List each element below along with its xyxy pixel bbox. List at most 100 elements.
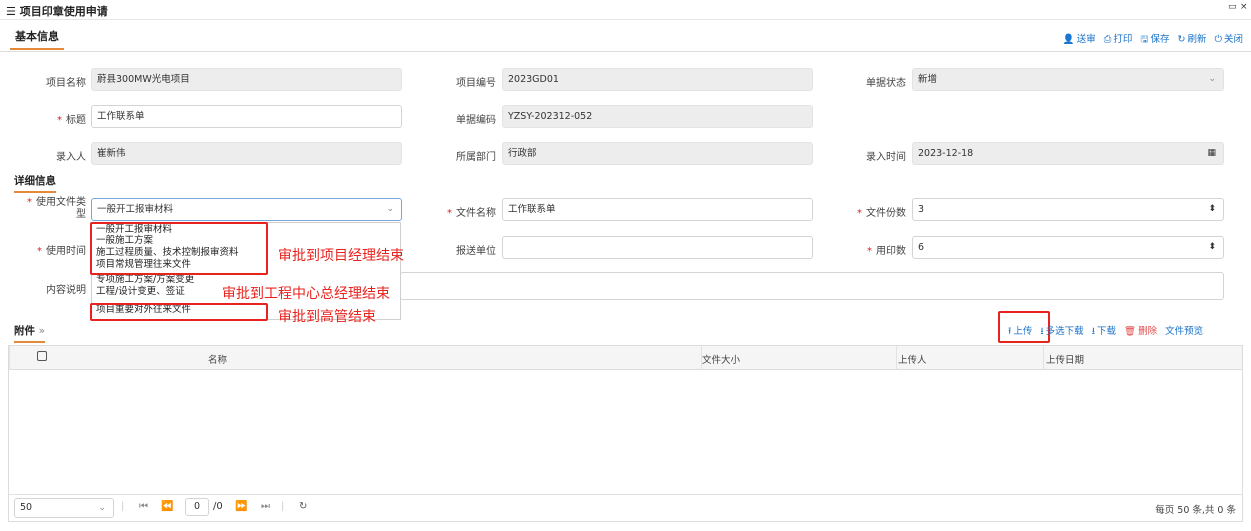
- project-name-label: 项目名称: [46, 78, 86, 89]
- file-name-input[interactable]: 工作联系单: [502, 198, 813, 221]
- close-label: 关闭: [1223, 34, 1243, 45]
- file-copies-input[interactable]: 3 ⬍: [912, 198, 1224, 221]
- download-button[interactable]: ⭳ 下载: [1092, 323, 1116, 340]
- print-count-label: * 用印数: [840, 242, 906, 257]
- department-field: 行政部: [502, 142, 813, 165]
- calendar-icon[interactable]: ▦: [1207, 143, 1216, 164]
- close-button[interactable]: ⏻ 关闭: [1214, 31, 1243, 48]
- attachments-grid: 名称 文件大小 上传人 上传日期 50 ⌄ | ⏮ ⏪ 0 /0 ⏩ ⏭ | ↻…: [8, 345, 1243, 522]
- spinner-icon[interactable]: ⬍: [1208, 237, 1216, 258]
- column-divider: [896, 346, 897, 370]
- required-icon: *: [57, 115, 62, 126]
- detail-section-title: 详细信息: [14, 173, 56, 193]
- grid-pager: 50 ⌄ | ⏮ ⏪ 0 /0 ⏩ ⏭ | ↻ 每页 50 条,共 0 条: [9, 494, 1242, 521]
- close-window-icon[interactable]: ×: [1240, 2, 1248, 12]
- pager-divider: |: [281, 501, 285, 512]
- spinner-icon[interactable]: ⬍: [1208, 199, 1216, 220]
- preview-label: 文件预览: [1165, 326, 1204, 337]
- title-label: * 标题: [20, 111, 86, 126]
- annotation-box: [90, 303, 268, 321]
- dropdown-option[interactable]: 专项施工方案/方案变更: [96, 274, 194, 285]
- delete-button[interactable]: 🗑 删除: [1124, 323, 1157, 340]
- download-icon: ⭳: [1091, 326, 1096, 337]
- submit-button[interactable]: 👤 送审: [1063, 31, 1096, 48]
- doc-status-label: 单据状态: [866, 78, 906, 89]
- multi-download-button[interactable]: ⭳ 多选下载: [1040, 323, 1083, 340]
- title-label-text: 标题: [66, 115, 86, 126]
- print-button[interactable]: ⎙ 打印: [1104, 31, 1133, 48]
- menu-icon[interactable]: ☰: [6, 5, 16, 18]
- trash-icon: 🗑: [1124, 326, 1137, 337]
- refresh-icon: ↻: [1177, 34, 1186, 45]
- total-pages: /0: [213, 501, 223, 512]
- tab-basic-info[interactable]: 基本信息: [10, 28, 64, 50]
- doc-code-label: 单据编码: [456, 115, 496, 126]
- refresh-icon[interactable]: ↻: [299, 501, 307, 512]
- project-no-label: 项目编号: [456, 78, 496, 89]
- entry-time-field: 2023-12-18 ▦: [912, 142, 1224, 165]
- window-title: ☰ 项目印章使用申请: [6, 3, 108, 19]
- dropdown-option[interactable]: 工程/设计变更、签证: [96, 286, 185, 297]
- file-type-value: 一般开工报审材料: [97, 204, 174, 215]
- maximize-icon[interactable]: ▭: [1228, 2, 1237, 12]
- print-count-value: 6: [918, 242, 925, 253]
- chevron-down-icon: ⌄: [386, 204, 394, 214]
- file-copies-value: 3: [918, 204, 925, 215]
- save-label: 保存: [1150, 34, 1170, 45]
- next-page-icon[interactable]: ⏩: [235, 501, 247, 512]
- annotation-text: 审批到项目经理结束: [278, 248, 404, 264]
- window-titlebar: ☰ 项目印章使用申请 ▭ ×: [0, 0, 1251, 20]
- current-page-input[interactable]: 0: [185, 498, 209, 516]
- last-page-icon[interactable]: ⏭: [261, 501, 270, 512]
- attachments-section-title[interactable]: 附件 »: [14, 323, 46, 343]
- user-send-icon: 👤: [1062, 34, 1075, 45]
- required-icon: *: [27, 197, 32, 208]
- delete-label: 删除: [1138, 326, 1158, 337]
- entry-time-label: 录入时间: [866, 152, 906, 163]
- project-name-field: 蔚县300MW光电项目: [91, 68, 402, 91]
- select-all-checkbox[interactable]: [37, 351, 47, 361]
- chevron-down-icon: ⌄: [98, 503, 106, 513]
- doc-status-select: 新增 ⌄: [912, 68, 1224, 91]
- use-time-label: * 使用时间: [20, 242, 86, 257]
- prev-page-icon[interactable]: ⏪: [161, 501, 173, 512]
- save-button[interactable]: 🖫 保存: [1140, 31, 1169, 48]
- content-label: 内容说明: [46, 285, 86, 296]
- preview-button[interactable]: 文件预览: [1165, 323, 1203, 340]
- column-divider: [1043, 346, 1044, 370]
- required-icon: *: [447, 208, 452, 219]
- file-name-label-text: 文件名称: [456, 208, 496, 219]
- annotation-box: [90, 222, 268, 275]
- refresh-button[interactable]: ↻ 刷新: [1177, 31, 1206, 48]
- page-size-select[interactable]: 50 ⌄: [14, 498, 114, 518]
- multi-download-label: 多选下载: [1045, 326, 1084, 337]
- entered-by-field: 崔新伟: [91, 142, 402, 165]
- file-type-select[interactable]: 一般开工报审材料 ⌄: [91, 198, 402, 221]
- required-icon: *: [37, 246, 42, 257]
- column-divider: [9, 346, 10, 370]
- column-header-uploader: 上传人: [898, 355, 927, 366]
- file-type-label: * 使用文件类型: [16, 197, 86, 221]
- entered-by-label: 录入人: [56, 152, 86, 163]
- column-header-size: 文件大小: [702, 355, 741, 366]
- chevron-down-icon: ⌄: [1208, 74, 1216, 84]
- upload-label: 上传: [1013, 326, 1033, 337]
- submit-unit-input[interactable]: [502, 236, 813, 259]
- project-no-field: 2023GD01: [502, 68, 813, 91]
- column-header-name: 名称: [208, 355, 228, 366]
- doc-code-field: YZSY-202312-052: [502, 105, 813, 128]
- floppy-icon: 🖫: [1140, 34, 1149, 45]
- upload-button[interactable]: ⭱ 上传: [1008, 323, 1032, 340]
- content-textarea[interactable]: [400, 272, 1224, 300]
- first-page-icon[interactable]: ⏮: [139, 501, 148, 512]
- title-input[interactable]: 工作联系单: [91, 105, 402, 128]
- download-label: 下载: [1097, 326, 1117, 337]
- pager-summary: 每页 50 条,共 0 条: [1155, 505, 1236, 516]
- entry-time-value: 2023-12-18: [918, 148, 974, 159]
- window-title-text: 项目印章使用申请: [19, 5, 108, 18]
- department-label: 所属部门: [456, 152, 496, 163]
- refresh-label: 刷新: [1187, 34, 1207, 45]
- annotation-text: 审批到工程中心总经理结束: [222, 286, 390, 302]
- required-icon: *: [857, 208, 862, 219]
- print-count-input[interactable]: 6 ⬍: [912, 236, 1224, 259]
